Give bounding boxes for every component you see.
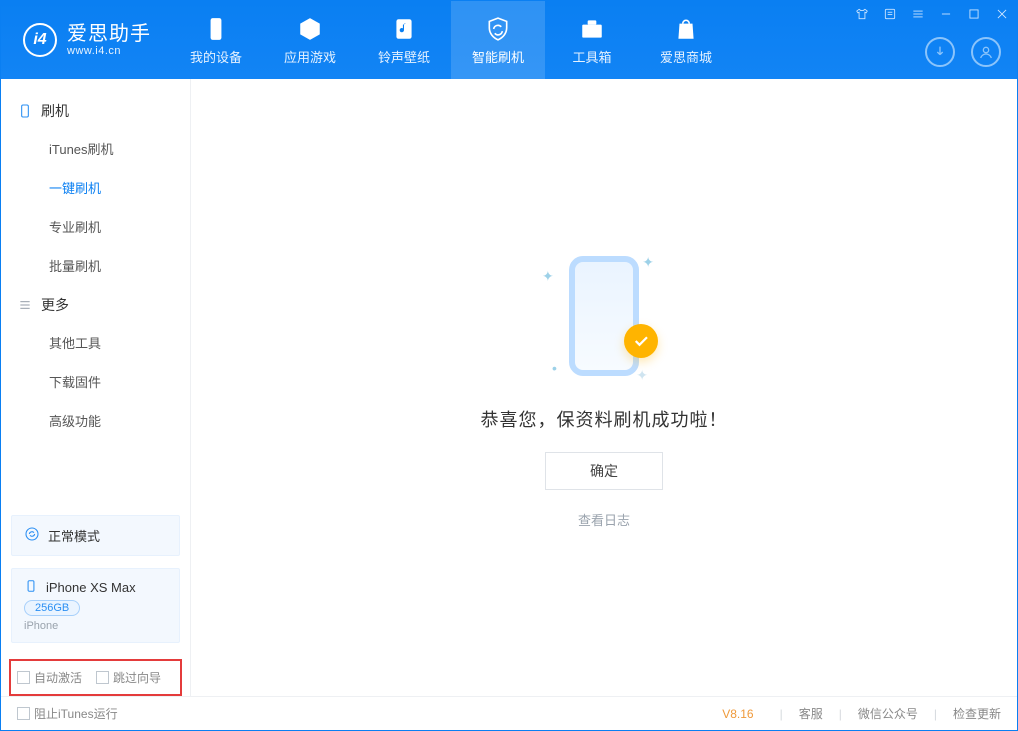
bag-icon bbox=[672, 15, 700, 43]
skip-wizard-checkbox[interactable]: 跳过向导 bbox=[96, 669, 161, 686]
mode-card[interactable]: 正常模式 bbox=[11, 515, 180, 556]
sparkle-icon: ✦ bbox=[542, 268, 554, 285]
main-content: ✦ ✦ • ✦ 恭喜您，保资料刷机成功啦！ 确定 查看日志 bbox=[191, 79, 1017, 696]
shirt-icon[interactable] bbox=[853, 5, 871, 23]
result-panel: ✦ ✦ • ✦ 恭喜您，保资料刷机成功啦！ 确定 查看日志 bbox=[481, 246, 728, 529]
sync-icon bbox=[24, 526, 40, 545]
sidebar: 刷机 iTunes刷机 一键刷机 专业刷机 批量刷机 更多 其他工具 下载固件 … bbox=[1, 79, 191, 696]
sidebar-item-other-tools[interactable]: 其他工具 bbox=[1, 323, 190, 362]
check-badge-icon bbox=[624, 324, 658, 358]
body: 刷机 iTunes刷机 一键刷机 专业刷机 批量刷机 更多 其他工具 下载固件 … bbox=[1, 79, 1017, 696]
cube-icon bbox=[296, 15, 324, 43]
list-small-icon bbox=[17, 297, 33, 313]
device-icon bbox=[202, 15, 230, 43]
menu-icon[interactable] bbox=[909, 5, 927, 23]
logo-icon: i4 bbox=[23, 23, 57, 57]
version-label: V8.16 bbox=[722, 707, 753, 721]
sparkle-icon: • bbox=[552, 360, 557, 376]
success-illustration: ✦ ✦ • ✦ bbox=[524, 246, 684, 386]
window-controls bbox=[853, 5, 1011, 23]
footer-wechat-link[interactable]: 微信公众号 bbox=[858, 705, 918, 722]
nav-smart-flash[interactable]: 智能刷机 bbox=[451, 1, 545, 79]
phone-small-icon bbox=[24, 579, 38, 596]
block-itunes-checkbox[interactable]: 阻止iTunes运行 bbox=[17, 705, 118, 722]
device-type: iPhone bbox=[24, 620, 58, 632]
sidebar-item-pro-flash[interactable]: 专业刷机 bbox=[1, 207, 190, 246]
auto-activate-checkbox[interactable]: 自动激活 bbox=[17, 669, 82, 686]
footer: 阻止iTunes运行 V8.16 | 客服 | 微信公众号 | 检查更新 bbox=[1, 696, 1017, 730]
nav-my-device[interactable]: 我的设备 bbox=[169, 1, 263, 79]
device-capacity: 256GB bbox=[24, 600, 80, 616]
sidebar-section-flash: 刷机 bbox=[1, 91, 190, 129]
sidebar-item-batch-flash[interactable]: 批量刷机 bbox=[1, 246, 190, 285]
app-subtitle: www.i4.cn bbox=[67, 45, 151, 57]
ok-button[interactable]: 确定 bbox=[545, 452, 663, 490]
minimize-icon[interactable] bbox=[937, 5, 955, 23]
header-actions bbox=[925, 37, 1001, 67]
nav-apps-games[interactable]: 应用游戏 bbox=[263, 1, 357, 79]
top-nav: 我的设备 应用游戏 铃声壁纸 智能刷机 工具箱 爱思商城 bbox=[169, 1, 733, 79]
device-card[interactable]: iPhone XS Max 256GB iPhone bbox=[11, 568, 180, 643]
phone-illustration-icon bbox=[569, 256, 639, 376]
sparkle-icon: ✦ bbox=[636, 367, 648, 384]
footer-support-link[interactable]: 客服 bbox=[799, 705, 823, 722]
logo[interactable]: i4 爱思助手 www.i4.cn bbox=[1, 1, 169, 79]
user-button[interactable] bbox=[971, 37, 1001, 67]
highlighted-options: 自动激活 跳过向导 bbox=[9, 659, 182, 696]
header: i4 爱思助手 www.i4.cn 我的设备 应用游戏 铃声壁纸 智能刷机 bbox=[1, 1, 1017, 79]
sidebar-section-more: 更多 bbox=[1, 285, 190, 323]
device-name: iPhone XS Max bbox=[46, 580, 136, 595]
refresh-shield-icon bbox=[484, 15, 512, 43]
maximize-icon[interactable] bbox=[965, 5, 983, 23]
music-note-icon bbox=[390, 15, 418, 43]
sidebar-item-itunes-flash[interactable]: iTunes刷机 bbox=[1, 129, 190, 168]
sidebar-item-oneclick-flash[interactable]: 一键刷机 bbox=[1, 168, 190, 207]
toolbox-icon bbox=[578, 15, 606, 43]
view-log-link[interactable]: 查看日志 bbox=[578, 510, 630, 529]
close-icon[interactable] bbox=[993, 5, 1011, 23]
sidebar-item-advanced[interactable]: 高级功能 bbox=[1, 401, 190, 440]
sidebar-item-download-firmware[interactable]: 下载固件 bbox=[1, 362, 190, 401]
nav-store[interactable]: 爱思商城 bbox=[639, 1, 733, 79]
download-button[interactable] bbox=[925, 37, 955, 67]
phone-icon bbox=[17, 103, 33, 119]
app-title: 爱思助手 bbox=[67, 23, 151, 45]
list-icon[interactable] bbox=[881, 5, 899, 23]
mode-label: 正常模式 bbox=[48, 526, 100, 545]
result-title: 恭喜您，保资料刷机成功啦！ bbox=[481, 406, 728, 432]
nav-ringtone-wallpaper[interactable]: 铃声壁纸 bbox=[357, 1, 451, 79]
sparkle-icon: ✦ bbox=[642, 254, 654, 271]
footer-update-link[interactable]: 检查更新 bbox=[953, 705, 1001, 722]
app-window: i4 爱思助手 www.i4.cn 我的设备 应用游戏 铃声壁纸 智能刷机 bbox=[0, 0, 1018, 731]
nav-toolbox[interactable]: 工具箱 bbox=[545, 1, 639, 79]
